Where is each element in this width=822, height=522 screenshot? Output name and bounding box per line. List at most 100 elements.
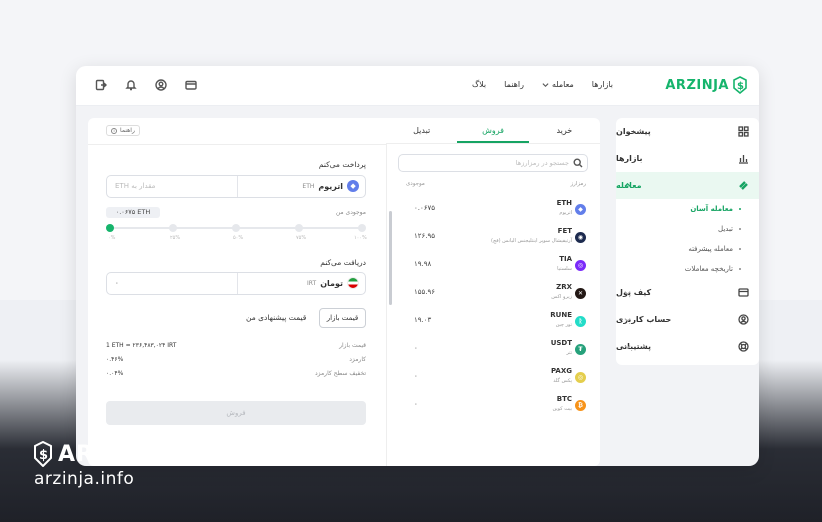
coin-symbol: USDT — [550, 339, 572, 347]
column-header-balance: موجودی — [406, 181, 425, 187]
receive-coin-selector[interactable]: تومان IRT — [307, 277, 359, 289]
bell-icon[interactable] — [124, 78, 138, 92]
pay-coin-selector[interactable]: ◆ اتریوم ETH — [302, 180, 359, 192]
watermark-brand: $ ARZINJA — [34, 441, 167, 467]
nav-link-trade[interactable]: معامله — [542, 80, 574, 89]
divider — [237, 176, 238, 197]
slider-mark: ۵۰% — [233, 235, 244, 241]
guide-button[interactable]: i راهنما — [106, 125, 140, 136]
nav-icons — [94, 78, 198, 92]
ethereum-icon: ◆ — [575, 204, 586, 215]
sidebar-item-trade[interactable]: معامله — [616, 172, 759, 199]
receive-amount[interactable]: ۰ — [115, 279, 119, 287]
chart-icon — [738, 153, 749, 164]
receive-label: دریافت می‌کنم — [320, 258, 366, 267]
watermark-site: arzinja.info — [34, 469, 135, 489]
info-key: تخفیف سطح کارمزد — [314, 370, 366, 377]
info-value: 1 ETH = ۲۳۶,۴۸۳,۰۲۴ IRT — [106, 342, 177, 349]
search-input[interactable]: جستجو در رمزارزها — [398, 154, 588, 172]
balance-value[interactable]: ۰.۰۶۷۵ ETH — [106, 207, 160, 218]
sidebar-item-support[interactable]: پشتیبانی — [616, 333, 759, 360]
logo-icon: $ — [733, 76, 747, 94]
divider — [386, 144, 387, 466]
coin-list-panel: جستجو در رمزارزها رمزارز موجودی ETH اتری… — [398, 152, 594, 438]
pay-coin-symbol: ETH — [302, 182, 315, 190]
zrx-icon: ✕ — [575, 288, 586, 299]
sidebar-subitem-advanced-trade[interactable]: معامله پیشرفته — [616, 239, 759, 259]
coin-name: پکس گلد — [553, 378, 572, 384]
slider-step-0[interactable] — [106, 224, 114, 232]
search-placeholder: جستجو در رمزارزها — [515, 159, 569, 167]
coin-row-fet[interactable]: FET آرتیفیشال سوپر اینتلیجنس الیانس (فچ)… — [398, 224, 588, 252]
coin-row-rune[interactable]: RUNE تور چین ۱۹.۰۳ ᚱ — [398, 308, 588, 336]
tab-sell[interactable]: فروش — [457, 118, 529, 143]
coin-balance: ۱۵۵.۹۶ — [414, 288, 436, 296]
sidebar-subitem-easy-trade[interactable]: معامله آسان — [616, 199, 759, 219]
coin-balance: ۰ — [414, 372, 418, 380]
my-offer-price-option[interactable]: قیمت پیشنهادی من — [246, 313, 306, 322]
sidebar-subitem-history[interactable]: تاریخچه معاملات — [616, 259, 759, 279]
support-icon — [738, 341, 749, 352]
sidebar-item-label: پیشخوان — [616, 127, 651, 136]
nav-link-blog[interactable]: بلاگ — [472, 80, 486, 89]
coin-balance: ۰.۰۶۷۵ — [414, 204, 436, 212]
market-price-button[interactable]: قیمت بازار — [319, 308, 366, 328]
slider-step-100[interactable] — [358, 224, 366, 232]
sidebar-item-account[interactable]: حساب کاربری — [616, 306, 759, 333]
info-value: ۰.۰۴% — [106, 370, 124, 377]
scrollbar[interactable] — [389, 211, 392, 305]
sidebar-subitem-convert[interactable]: تبدیل — [616, 219, 759, 239]
coin-name: بیت کوین — [552, 406, 572, 412]
info-row: تخفیف سطح کارمزد ۰.۰۴% — [106, 370, 366, 382]
search-icon — [573, 158, 583, 168]
sidebar-item-label: پشتیبانی — [616, 342, 652, 351]
thorchain-icon: ᚱ — [575, 316, 586, 327]
coin-symbol: ZRX — [556, 283, 572, 291]
coin-name: آرتیفیشال سوپر اینتلیجنس الیانس (فچ) — [491, 238, 572, 244]
amount-slider[interactable] — [106, 224, 366, 232]
coin-balance: ۱۲۶.۹۵ — [414, 232, 436, 240]
coin-symbol: BTC — [556, 395, 572, 403]
coin-row-paxg[interactable]: PAXG پکس گلد ۰ ◎ — [398, 364, 588, 392]
tab-buy[interactable]: خرید — [529, 118, 600, 143]
brand-logo[interactable]: ARZINJA $ — [665, 76, 747, 94]
tab-convert[interactable]: تبدیل — [386, 118, 457, 143]
user-icon[interactable] — [154, 78, 168, 92]
coin-row-zrx[interactable]: ZRX زیرو اکس ۱۵۵.۹۶ ✕ — [398, 280, 588, 308]
nav-link-guide[interactable]: راهنما — [504, 80, 524, 89]
slider-step-50[interactable] — [232, 224, 240, 232]
sidebar-item-markets[interactable]: بازارها — [616, 145, 759, 172]
coin-row-usdt[interactable]: USDT تتر ۰ ₮ — [398, 336, 588, 364]
wallet-icon — [738, 287, 749, 298]
receive-field: ۰ تومان IRT — [106, 272, 366, 295]
coin-row-tia[interactable]: TIA سلستیا ۱۹.۹۸ ◎ — [398, 252, 588, 280]
watermark: $ ARZINJA arzinja.info — [34, 441, 167, 489]
coin-balance: ۰ — [414, 400, 418, 408]
user-icon — [738, 314, 749, 325]
wallet-icon[interactable] — [184, 78, 198, 92]
coin-symbol: FET — [557, 227, 572, 235]
sidebar-item-wallet[interactable]: کیف پول — [616, 279, 759, 306]
sell-button[interactable]: فروش — [106, 401, 366, 425]
chevron-down-icon — [624, 316, 631, 323]
exit-icon[interactable] — [94, 78, 108, 92]
sidebar-item-label: کیف پول — [616, 288, 652, 297]
pay-field: مقدار به ETH ◆ اتریوم ETH — [106, 175, 366, 198]
coin-row-btc[interactable]: BTC بیت کوین ۰ ₿ — [398, 392, 588, 420]
coin-row-eth[interactable]: ETH اتریوم ۰.۰۶۷۵ ◆ — [398, 196, 588, 224]
sidebar-item-dashboard[interactable]: پیشخوان — [616, 118, 759, 145]
chevron-up-icon — [624, 182, 631, 189]
tether-icon: ₮ — [575, 344, 586, 355]
pay-amount-input[interactable]: مقدار به ETH — [115, 182, 155, 190]
trade-icon — [738, 180, 749, 191]
slider-mark: ۷۵% — [296, 235, 307, 241]
ethereum-icon: ◆ — [347, 180, 359, 192]
celestia-icon: ◎ — [575, 260, 586, 271]
slider-step-25[interactable] — [169, 224, 177, 232]
nav-link-markets[interactable]: بازارها — [592, 80, 613, 89]
guide-label: راهنما — [120, 127, 135, 134]
slider-step-75[interactable] — [295, 224, 303, 232]
pay-coin-name: اتریوم — [318, 181, 343, 191]
sell-form: پرداخت می‌کنم مقدار به ETH ◆ اتریوم ETH … — [88, 144, 386, 466]
bitcoin-icon: ₿ — [575, 400, 586, 411]
